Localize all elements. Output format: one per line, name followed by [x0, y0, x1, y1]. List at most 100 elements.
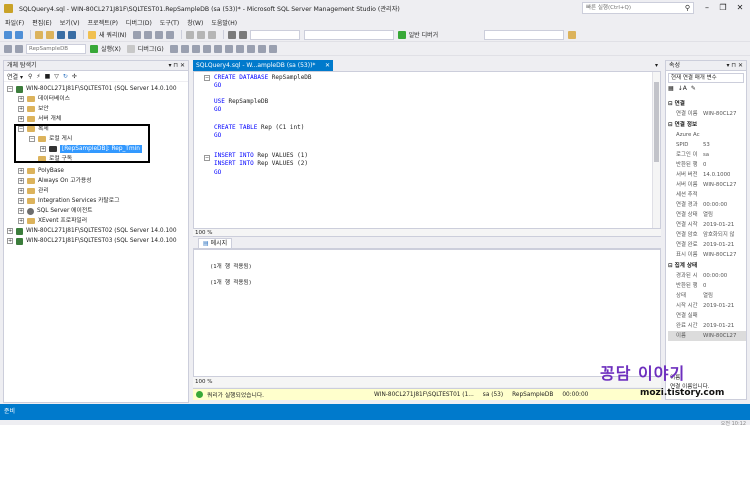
back-icon[interactable] — [4, 30, 12, 39]
parse-icon[interactable] — [169, 44, 178, 53]
execute-icon[interactable] — [90, 44, 98, 53]
copy-icon[interactable] — [196, 30, 205, 39]
property-row[interactable]: 반환된 행 0 — [668, 281, 746, 291]
results-to-grid-icon[interactable] — [213, 44, 222, 53]
editor-zoom-dropdown[interactable]: 100 % — [195, 229, 212, 237]
filter-icon[interactable]: ▽ — [54, 73, 59, 80]
categorized-icon[interactable]: ▦ — [668, 85, 674, 95]
tree-node-always-on[interactable]: + Always On 고가용성 — [18, 176, 92, 186]
analysis-xmla-icon[interactable] — [165, 30, 174, 39]
open-file-icon[interactable] — [46, 30, 54, 39]
property-row[interactable]: 연결 이름 WIN-80CL27 — [668, 109, 746, 119]
cut-icon[interactable] — [185, 30, 194, 39]
expand-icon[interactable]: + — [18, 188, 24, 194]
analysis-dmx-icon[interactable] — [154, 30, 163, 39]
menu-edit[interactable]: 편집(E) — [32, 18, 52, 27]
results-zoom-dropdown[interactable]: 100 % — [195, 377, 212, 387]
find-in-files-icon[interactable] — [568, 30, 577, 39]
tab-close-icon[interactable]: ✕ — [325, 60, 330, 71]
property-row[interactable]: 연결 암호 암호화되지 않 — [668, 230, 746, 240]
menu-file[interactable]: 파일(F) — [5, 18, 24, 27]
property-row[interactable]: 서버 이름 WIN-80CL27 — [668, 180, 746, 190]
database-engine-query-icon[interactable] — [132, 30, 141, 39]
execute-button[interactable]: 실행(X) — [101, 44, 121, 53]
property-row-selected[interactable]: 이름 WIN-80CL27 — [668, 331, 746, 341]
uncomment-icon[interactable] — [246, 44, 255, 53]
display-estimated-plan-icon[interactable] — [180, 44, 189, 53]
property-category-aggregate[interactable]: ⊟ 집계 상태 — [668, 261, 697, 271]
properties-object-dropdown[interactable]: 현재 연결 매개 변수 — [668, 73, 744, 83]
activity-monitor-icon[interactable]: ✢ — [72, 73, 77, 80]
property-category-connection[interactable]: ⊟ 연결 — [668, 99, 685, 109]
menu-project[interactable]: 프로젝트(P) — [88, 18, 118, 27]
new-query-button[interactable]: 새 쿼리(N) — [99, 30, 127, 39]
start-debug-icon[interactable] — [397, 30, 406, 39]
property-row[interactable]: 연결 경과 00:00:00 — [668, 200, 746, 210]
save-all-icon[interactable] — [68, 30, 76, 39]
stop-icon[interactable] — [126, 44, 135, 53]
property-row[interactable]: 상태 열림 — [668, 291, 746, 301]
expand-icon[interactable]: + — [7, 238, 13, 244]
tree-node-server-objects[interactable]: + 서버 개체 — [18, 114, 61, 124]
save-icon[interactable] — [57, 30, 65, 39]
tree-node-server1[interactable]: − WIN-80CL271J81F\SQLTEST01 (SQL Server 1… — [7, 84, 177, 94]
property-row[interactable]: 표시 이름 WIN-80CL27 — [668, 250, 746, 260]
available-databases-dropdown[interactable]: RepSampleDB — [26, 43, 86, 54]
expand-icon[interactable]: + — [18, 208, 24, 214]
quick-launch-input[interactable]: 빠른 실행(Ctrl+Q) ⚲ — [582, 2, 694, 14]
stop-icon[interactable]: ■ — [45, 73, 51, 80]
undo-icon[interactable] — [227, 30, 236, 39]
menu-debug[interactable]: 디버그(D) — [126, 18, 152, 27]
expand-icon[interactable]: + — [18, 106, 24, 112]
new-query-icon[interactable] — [88, 30, 96, 39]
property-row[interactable]: Azure Ac — [668, 130, 746, 140]
connect-dropdown[interactable]: 연결 ▾ — [7, 72, 23, 81]
scrollbar-thumb[interactable] — [654, 82, 659, 162]
menu-window[interactable]: 창(W) — [187, 18, 203, 27]
solution-platform-dropdown[interactable] — [303, 29, 394, 40]
expand-icon[interactable]: + — [18, 198, 24, 204]
change-connection-icon[interactable] — [15, 44, 23, 53]
property-row[interactable]: 연결 완료 2019-01-21 — [668, 240, 746, 250]
redo-icon[interactable] — [238, 30, 247, 39]
tab-sqlquery4[interactable]: SQLQuery4.sql - W...ampleDB (sa (53))* ✕ — [193, 60, 333, 71]
pin-close-icons[interactable]: ▾ ⊓ ✕ — [168, 61, 185, 71]
property-row[interactable]: 반환된 행 0 — [668, 160, 746, 170]
maximize-button[interactable]: ❐ — [716, 1, 730, 15]
new-project-icon[interactable] — [35, 30, 43, 39]
minimize-button[interactable]: – — [700, 1, 714, 15]
tab-messages[interactable]: ▤ 메시지 — [198, 238, 233, 248]
solution-configuration-dropdown[interactable] — [249, 29, 300, 40]
property-row[interactable]: 경과된 시 00:00:00 — [668, 271, 746, 281]
disconnect-icon[interactable]: ⚡ — [36, 73, 40, 80]
property-row[interactable]: 로그인 이 sa — [668, 150, 746, 160]
messages-pane[interactable]: (1개 행 적용됨) (1개 행 적용됨) — [193, 249, 661, 377]
debug-button[interactable]: 디버그(G) — [138, 44, 164, 53]
pin-close-icons[interactable]: ▾ ⊓ ✕ — [726, 61, 743, 71]
tree-node-databases[interactable]: + 데이터베이스 — [18, 94, 70, 104]
property-row[interactable]: 연결 상태 열림 — [668, 210, 746, 220]
connect-icon[interactable]: ⚲ — [28, 73, 32, 80]
menu-help[interactable]: 도움말(H) — [211, 18, 237, 27]
expand-icon[interactable]: + — [18, 168, 24, 174]
expand-icon[interactable]: + — [18, 96, 24, 102]
property-row[interactable]: 연결 시작 2019-01-21 — [668, 220, 746, 230]
tree-node-sql-agent[interactable]: + SQL Server 에이전트 — [18, 206, 93, 216]
expand-icon[interactable]: + — [18, 218, 24, 224]
tree-node-server2[interactable]: + WIN-80CL271J81F\SQLTEST02 (SQL Server 1… — [7, 226, 177, 236]
tree-node-management[interactable]: + 관리 — [18, 186, 49, 196]
editor-vertical-scrollbar[interactable] — [652, 72, 660, 228]
alphabetical-icon[interactable]: ↓A — [678, 85, 687, 95]
tab-dropdown-icon[interactable]: ▾ — [655, 60, 658, 71]
results-to-file-icon[interactable] — [224, 44, 233, 53]
property-row[interactable]: SPID 53 — [668, 140, 746, 150]
refresh-icon[interactable]: ↻ — [63, 73, 68, 80]
query-options-icon[interactable] — [191, 44, 200, 53]
analysis-mdx-icon[interactable] — [143, 30, 152, 39]
decrease-indent-icon[interactable] — [257, 44, 266, 53]
property-row[interactable]: 서버 버전 14.0.1000 — [668, 170, 746, 180]
tree-node-xevent-profiler[interactable]: + XEvent 프로파일러 — [18, 216, 87, 226]
tree-node-polybase[interactable]: + PolyBase — [18, 166, 64, 176]
query-editor[interactable]: − − CREATE DATABASE RepSampleDB GO USE R… — [193, 71, 661, 229]
increase-indent-icon[interactable] — [268, 44, 277, 53]
